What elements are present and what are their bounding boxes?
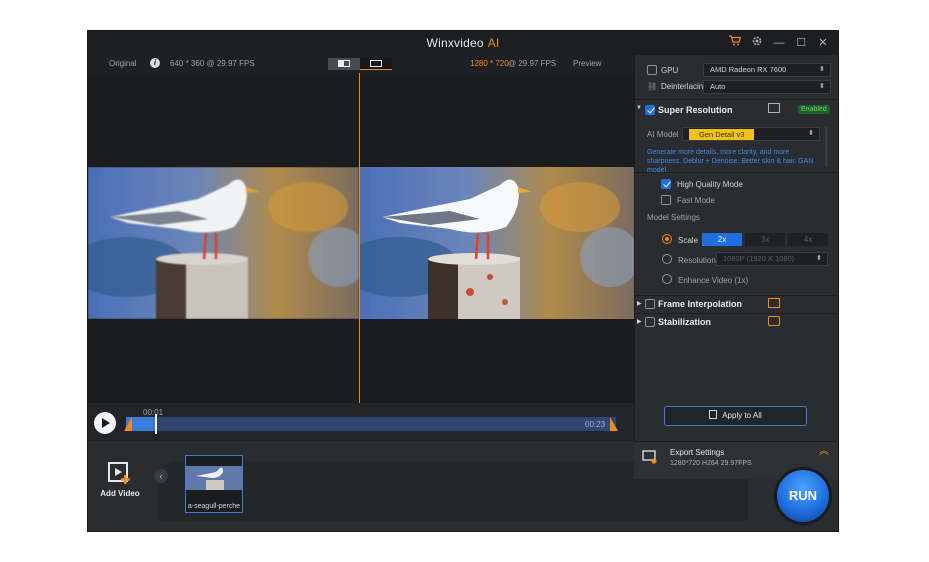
enabled-badge: Enabled <box>798 105 830 114</box>
enhance-label: Enhance Video (1x) <box>678 276 749 285</box>
stabilization-title: Stabilization <box>658 317 712 327</box>
stabilization-checkbox[interactable] <box>645 317 655 327</box>
app-title-ai: AI <box>487 36 500 50</box>
minimize-icon[interactable]: — <box>770 35 788 51</box>
gpu-checkbox[interactable] <box>647 65 657 75</box>
settings-icon[interactable] <box>748 35 766 51</box>
original-info: 640 * 360 @ 29.97 FPS <box>170 59 255 68</box>
scroll-left-icon[interactable]: ‹ <box>154 469 168 483</box>
chevron-double-up-icon[interactable]: ︽ <box>819 447 829 457</box>
output-resolution: 1280 * 720 <box>470 59 509 68</box>
export-details: 1280*720 H264 29.97FPS <box>670 460 752 467</box>
scale-3x-button[interactable]: 3x <box>745 233 785 246</box>
app-window: Winxvideo AI — ☐ ✕ Original i 640 * 360 @… <box>87 30 839 532</box>
title-bar: Winxvideo AI — ☐ ✕ <box>88 31 838 55</box>
compare-divider[interactable] <box>359 73 360 403</box>
info-icon[interactable]: i <box>150 58 160 68</box>
compare-mode-toggle[interactable] <box>328 58 392 70</box>
expand-arrow-icon[interactable]: ▶ <box>637 300 642 307</box>
resolution-label: Resolution <box>678 256 716 265</box>
side-by-side-button[interactable] <box>360 58 392 70</box>
scale-4x-button[interactable]: 4x <box>788 233 828 246</box>
export-settings-icon <box>642 450 657 464</box>
fast-mode-label: Fast Mode <box>677 196 715 205</box>
add-video-icon <box>108 462 130 484</box>
camera-icon <box>768 316 780 326</box>
deinterlacing-value: Auto <box>710 82 726 91</box>
preview-video-frame <box>360 167 634 319</box>
video-clip-thumbnail[interactable]: a-seagull-perche <box>185 455 243 513</box>
model-settings-label: Model Settings <box>647 213 700 222</box>
app-title-text: Winxvideo <box>426 36 484 50</box>
maximize-icon[interactable]: ☐ <box>792 35 810 51</box>
trim-end-handle[interactable] <box>610 417 618 431</box>
chevron-updown-icon: ⬍ <box>819 66 825 73</box>
expand-icon[interactable] <box>768 103 780 113</box>
cart-icon[interactable] <box>726 35 744 51</box>
gpu-label: GPU <box>661 66 679 75</box>
separator <box>635 313 838 314</box>
clip-name: a-seagull-perche <box>186 501 242 512</box>
frame-interpolation-checkbox[interactable] <box>645 299 655 309</box>
deinterlace-icon: ⛓ <box>647 82 658 91</box>
playhead[interactable] <box>154 414 157 434</box>
chevron-updown-icon: ⬍ <box>808 130 814 137</box>
run-button[interactable]: RUN <box>774 467 832 525</box>
frame-interpolation-title: Frame Interpolation <box>658 299 743 309</box>
ai-model-select[interactable]: Gen Detail v3 ⬍ <box>682 127 820 141</box>
settings-panel: GPU AMD Radeon RX 7600 ⬍ ⛓ Deinterlacing … <box>634 55 838 441</box>
preview-label: Preview <box>573 59 602 68</box>
close-icon[interactable]: ✕ <box>814 35 832 51</box>
original-video-frame <box>88 167 359 319</box>
timeline: 00:01 00:23 <box>88 403 634 441</box>
chevron-updown-icon: ⬍ <box>819 83 825 90</box>
collapse-arrow-icon[interactable]: ▼ <box>636 105 642 111</box>
scrollbar[interactable] <box>825 127 828 167</box>
resolution-select[interactable]: 1080P (1920 X 1080) ⬍ <box>716 252 828 266</box>
expand-arrow-icon[interactable]: ▶ <box>637 318 642 325</box>
add-video-button[interactable]: Add Video <box>98 461 142 505</box>
export-title: Export Settings <box>670 448 725 457</box>
frame-interpolation-icon <box>768 298 780 308</box>
timeline-track[interactable] <box>124 414 618 434</box>
current-time: 00:01 <box>143 408 164 417</box>
scale-2x-button[interactable]: 2x <box>702 233 742 246</box>
fast-mode-checkbox[interactable] <box>661 195 671 205</box>
deinterlacing-select[interactable]: Auto ⬍ <box>703 80 831 94</box>
copy-icon <box>709 410 718 419</box>
separator <box>635 172 838 173</box>
gpu-select[interactable]: AMD Radeon RX 7600 ⬍ <box>703 63 831 77</box>
ai-model-value: Gen Detail v3 <box>689 129 755 140</box>
play-button[interactable] <box>94 412 116 434</box>
add-video-label: Add Video <box>100 489 140 498</box>
scale-label: Scale <box>678 236 699 245</box>
gpu-value: AMD Radeon RX 7600 <box>710 65 787 74</box>
preview-header: Original i 640 * 360 @ 29.97 FPS 1280 * … <box>88 55 634 73</box>
super-resolution-title: Super Resolution <box>658 105 733 115</box>
high-quality-label: High Quality Mode <box>677 180 743 189</box>
separator <box>635 295 838 296</box>
original-label: Original <box>109 59 137 68</box>
super-resolution-checkbox[interactable] <box>645 105 655 115</box>
scale-radio[interactable] <box>662 234 672 244</box>
end-time: 00:23 <box>585 420 606 429</box>
resolution-radio[interactable] <box>662 254 672 264</box>
output-fps: @ 29.97 FPS <box>508 59 557 68</box>
apply-to-all-label: Apply to All <box>722 411 762 420</box>
chevron-updown-icon: ⬍ <box>816 255 822 262</box>
apply-to-all-button[interactable]: Apply to All <box>664 406 807 426</box>
enhance-radio[interactable] <box>662 274 672 284</box>
video-preview: Original i 640 * 360 @ 29.97 FPS 1280 * … <box>88 55 634 403</box>
ai-model-description: Generate more details, more clarity, and… <box>647 149 814 174</box>
deinterlacing-label: Deinterlacing <box>661 82 708 91</box>
separator <box>635 99 838 100</box>
high-quality-checkbox[interactable] <box>661 179 671 189</box>
split-view-button[interactable] <box>328 58 360 70</box>
resolution-value: 1080P (1920 X 1080) <box>723 254 795 263</box>
ai-model-label: AI Model <box>647 130 679 139</box>
